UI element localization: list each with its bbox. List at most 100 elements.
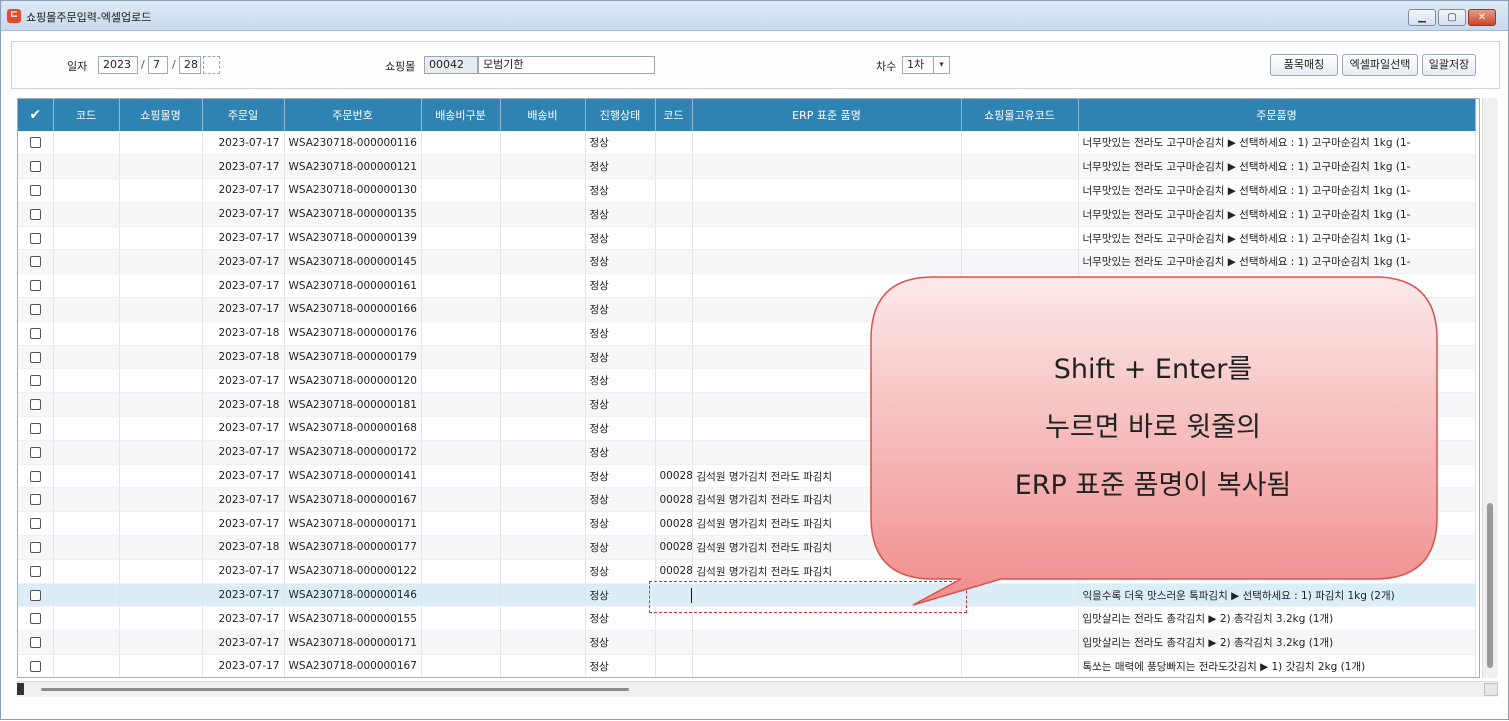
cell-order-date[interactable]: 2023-07-17 xyxy=(202,273,285,299)
cell-code[interactable] xyxy=(53,583,120,608)
row-checkbox[interactable] xyxy=(18,606,54,632)
row-checkbox[interactable] xyxy=(18,559,54,584)
cell-code[interactable] xyxy=(53,559,120,584)
cell-order-number[interactable]: WSA230718-000000155 xyxy=(284,606,422,632)
cell-status[interactable]: 정상 xyxy=(585,440,656,465)
cell-erp-name[interactable] xyxy=(692,131,962,156)
cell-code[interactable] xyxy=(53,368,120,394)
cell-mall-unique-code[interactable] xyxy=(961,630,1079,656)
day-field[interactable]: 28 xyxy=(179,56,201,74)
cell-shipping-type[interactable] xyxy=(421,440,501,465)
column-header[interactable]: 쇼핑몰명 xyxy=(119,99,203,131)
cell-order-number[interactable]: WSA230718-000000166 xyxy=(284,297,422,322)
checkbox-icon[interactable] xyxy=(29,589,41,601)
cell-shipping-fee[interactable] xyxy=(500,654,586,677)
cell-order-date[interactable]: 2023-07-17 xyxy=(202,178,285,203)
cell-erp-code[interactable]: 00028 xyxy=(655,559,693,584)
row-checkbox[interactable] xyxy=(18,416,54,441)
cell-status[interactable]: 정상 xyxy=(585,297,656,322)
cell-order-number[interactable]: WSA230718-000000181 xyxy=(284,392,422,418)
cell-shipping-type[interactable] xyxy=(421,321,501,346)
cell-order-date[interactable]: 2023-07-17 xyxy=(202,464,285,489)
cell-erp-code[interactable]: 00028 xyxy=(655,487,693,513)
cell-status[interactable]: 정상 xyxy=(585,178,656,203)
cell-shipping-type[interactable] xyxy=(421,368,501,394)
cell-mall-name[interactable] xyxy=(119,131,203,156)
cell-mall-name[interactable] xyxy=(119,487,203,513)
cell-order-number[interactable]: WSA230718-000000167 xyxy=(284,654,422,677)
cell-order-number[interactable]: WSA230718-000000130 xyxy=(284,178,422,203)
cell-order-date[interactable]: 2023-07-17 xyxy=(202,630,285,656)
cell-shipping-fee[interactable] xyxy=(500,345,586,370)
table-row[interactable]: 2023-07-17 WSA230718-000000122 정상 00028 김석원 … xyxy=(18,559,1476,584)
cell-mall-name[interactable] xyxy=(119,535,203,560)
cell-order-number[interactable]: WSA230718-000000146 xyxy=(284,583,422,608)
cell-erp-code[interactable] xyxy=(655,297,693,322)
cell-mall-unique-code[interactable] xyxy=(961,535,1079,560)
cell-mall-name[interactable] xyxy=(119,226,203,251)
cell-shipping-fee[interactable] xyxy=(500,273,586,299)
column-header[interactable]: ERP 표준 품명 xyxy=(692,99,962,131)
cell-order-date[interactable]: 2023-07-17 xyxy=(202,654,285,677)
cell-erp-code[interactable]: 00028 xyxy=(655,535,693,560)
cell-shipping-type[interactable] xyxy=(421,226,501,251)
row-checkbox[interactable] xyxy=(18,249,54,275)
cell-status[interactable]: 정상 xyxy=(585,273,656,299)
cell-erp-name[interactable]: 김석원 명가김치 전라도 파김치 xyxy=(692,511,962,537)
cell-erp-code[interactable] xyxy=(655,226,693,251)
checkbox-icon[interactable] xyxy=(29,161,41,173)
cell-erp-name[interactable] xyxy=(692,202,962,227)
checkbox-icon[interactable] xyxy=(29,422,41,434)
cell-mall-unique-code[interactable] xyxy=(961,202,1079,227)
table-row[interactable]: 2023-07-17 WSA230718-000000167 정상 톡쏘는 매력에 풍… xyxy=(18,654,1476,677)
row-checkbox[interactable] xyxy=(18,464,54,489)
cell-erp-code[interactable] xyxy=(655,392,693,418)
cell-mall-name[interactable] xyxy=(119,583,203,608)
cell-mall-name[interactable] xyxy=(119,416,203,441)
cell-order-date[interactable]: 2023-07-17 xyxy=(202,154,285,180)
row-checkbox[interactable] xyxy=(18,535,54,560)
cell-mall-name[interactable] xyxy=(119,321,203,346)
table-row[interactable]: 2023-07-17 WSA230718-000000166 정상 1kg (1- xyxy=(18,297,1476,322)
cell-shipping-type[interactable] xyxy=(421,345,501,370)
cell-erp-name[interactable] xyxy=(692,249,962,275)
table-row[interactable]: 2023-07-17 WSA230718-000000139 정상 너무맛있는 전라도… xyxy=(18,226,1476,251)
mall-code-field[interactable]: 00042 xyxy=(424,56,478,74)
cell-mall-unique-code[interactable] xyxy=(961,559,1079,584)
cell-status[interactable]: 정상 xyxy=(585,416,656,441)
calendar-button[interactable] xyxy=(203,56,220,74)
cell-mall-name[interactable] xyxy=(119,511,203,537)
cell-order-number[interactable]: WSA230718-000000172 xyxy=(284,440,422,465)
cell-shipping-type[interactable] xyxy=(421,559,501,584)
cell-status[interactable]: 정상 xyxy=(585,535,656,560)
cell-mall-unique-code[interactable] xyxy=(961,511,1079,537)
cell-mall-name[interactable] xyxy=(119,606,203,632)
cell-shipping-fee[interactable] xyxy=(500,297,586,322)
cell-erp-code[interactable] xyxy=(655,345,693,370)
row-checkbox[interactable] xyxy=(18,345,54,370)
cell-erp-name[interactable] xyxy=(692,178,962,203)
cell-shipping-fee[interactable] xyxy=(500,416,586,441)
row-checkbox[interactable] xyxy=(18,131,54,156)
cell-shipping-fee[interactable] xyxy=(500,559,586,584)
row-checkbox[interactable] xyxy=(18,630,54,656)
cell-mall-unique-code[interactable] xyxy=(961,249,1079,275)
cell-status[interactable]: 정상 xyxy=(585,202,656,227)
cell-order-number[interactable]: WSA230718-000000121 xyxy=(284,154,422,180)
cell-code[interactable] xyxy=(53,392,120,418)
horizontal-scroll-thumb[interactable] xyxy=(41,688,629,691)
cell-product-name[interactable]: 1kg (1- xyxy=(1078,273,1476,299)
cell-mall-unique-code[interactable] xyxy=(961,273,1079,299)
close-button[interactable]: ✕ xyxy=(1468,9,1496,26)
cell-order-date[interactable]: 2023-07-17 xyxy=(202,249,285,275)
row-checkbox[interactable] xyxy=(18,321,54,346)
cell-order-date[interactable]: 2023-07-17 xyxy=(202,131,285,156)
cell-status[interactable]: 정상 xyxy=(585,654,656,677)
checkbox-icon[interactable] xyxy=(29,494,41,506)
cell-order-number[interactable]: WSA230718-000000176 xyxy=(284,321,422,346)
excel-select-button[interactable]: 엑셀파일선택 xyxy=(1342,54,1418,76)
cell-shipping-type[interactable] xyxy=(421,654,501,677)
cell-shipping-fee[interactable] xyxy=(500,464,586,489)
column-header[interactable]: 코드 xyxy=(655,99,693,131)
cell-order-number[interactable]: WSA230718-000000120 xyxy=(284,368,422,394)
